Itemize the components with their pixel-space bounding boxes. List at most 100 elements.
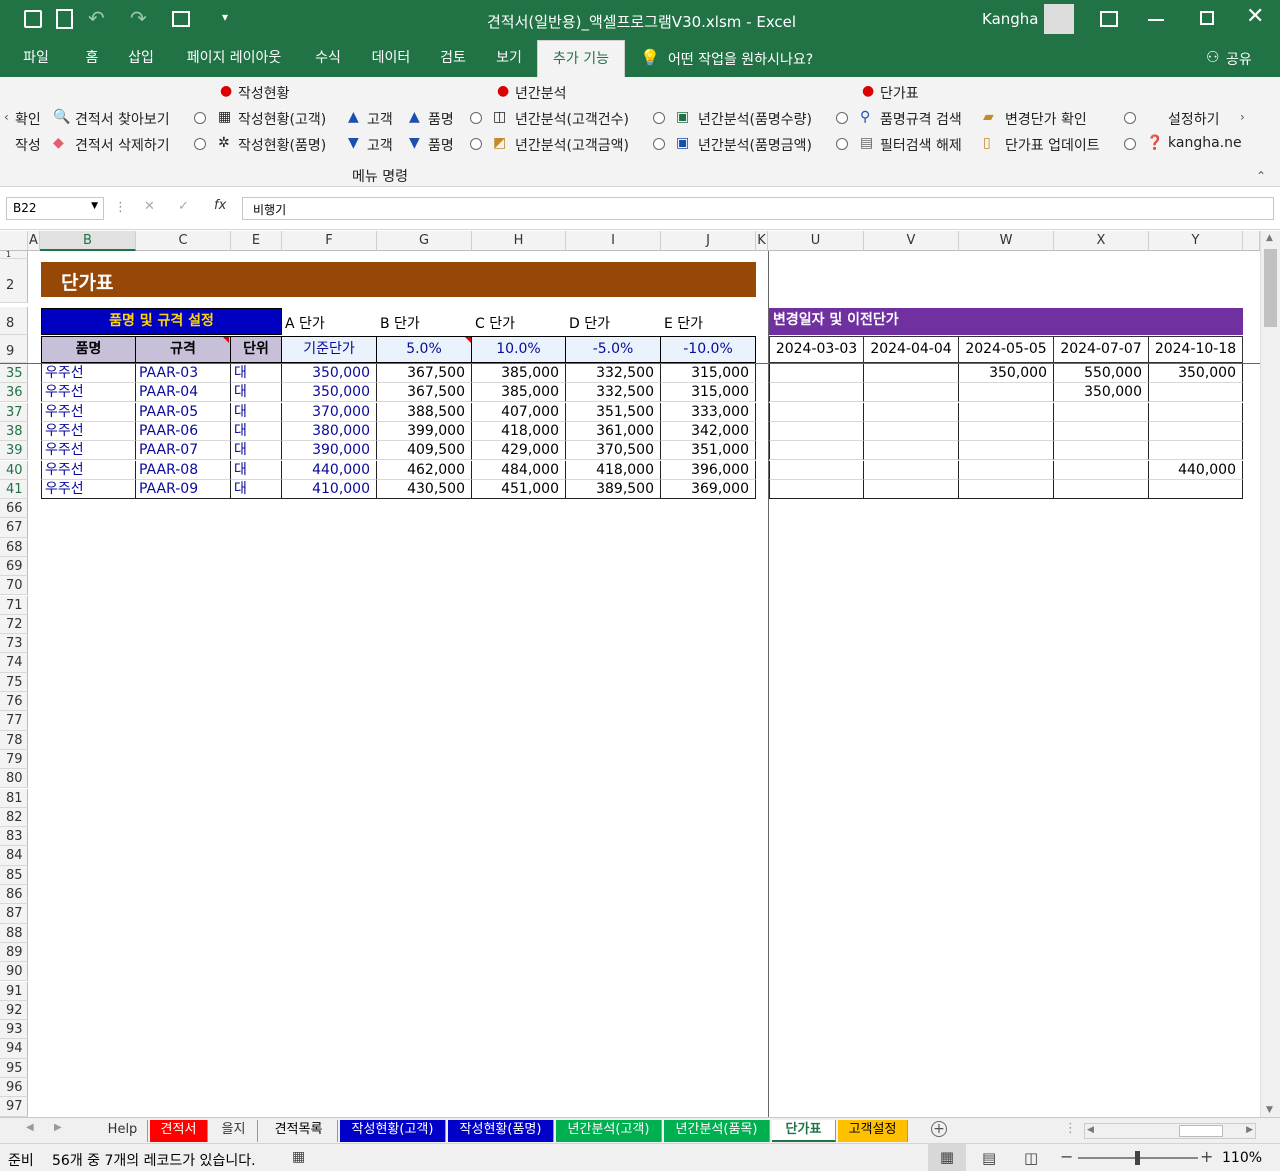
row-header[interactable]: 9 <box>0 335 28 363</box>
print-preview-icon[interactable] <box>56 9 73 29</box>
col-header-u[interactable]: U <box>768 231 864 251</box>
history-price-cell[interactable] <box>1054 402 1149 422</box>
row-header[interactable]: 91 <box>0 981 28 1001</box>
row-header[interactable]: 2 <box>0 259 28 303</box>
row-header[interactable]: 92 <box>0 1000 28 1021</box>
base-price-cell[interactable]: 370,000 <box>282 402 377 422</box>
prev-sheet-icon[interactable]: ◀ <box>26 1122 34 1133</box>
update-price-table-button[interactable]: 단가표 업데이트 <box>1005 135 1100 155</box>
tab-review[interactable]: 검토 <box>430 40 476 77</box>
history-price-cell[interactable] <box>769 364 864 383</box>
row-header[interactable]: 80 <box>0 769 28 789</box>
col-header-f[interactable]: F <box>282 231 377 251</box>
history-price-cell[interactable] <box>769 383 864 403</box>
date-cell[interactable]: 2024-07-07 <box>1054 336 1149 363</box>
col-header-c[interactable]: C <box>136 231 231 251</box>
col-header-v[interactable]: V <box>864 231 959 251</box>
radio-option[interactable] <box>1124 112 1136 124</box>
macro-record-icon[interactable]: ▦ <box>292 1149 305 1165</box>
history-price-cell[interactable] <box>864 479 959 499</box>
history-price-cell[interactable]: 350,000 <box>1149 364 1243 383</box>
col-header-y[interactable]: Y <box>1149 231 1243 251</box>
tab-page-layout[interactable]: 페이지 레이아웃 <box>174 40 294 77</box>
scroll-thumb[interactable] <box>1264 249 1277 327</box>
row-header[interactable]: 74 <box>0 653 28 673</box>
history-price-cell[interactable] <box>864 441 959 461</box>
row-header[interactable]: 89 <box>0 942 28 963</box>
spec-cell[interactable]: PAAR-04 <box>136 383 231 403</box>
spec-cell[interactable]: PAAR-07 <box>136 441 231 461</box>
col-header-x[interactable]: X <box>1054 231 1149 251</box>
unit-cell[interactable]: 대 <box>231 421 282 441</box>
row-header[interactable]: 76 <box>0 692 28 712</box>
base-price-cell[interactable]: 380,000 <box>282 421 377 441</box>
price-cell[interactable]: 351,500 <box>566 402 661 422</box>
row-header[interactable]: 40 <box>0 460 28 480</box>
item-name-cell[interactable]: 우주선 <box>41 479 136 499</box>
base-price-cell[interactable]: 390,000 <box>282 441 377 461</box>
price-cell[interactable]: 385,000 <box>472 383 566 403</box>
history-price-cell[interactable] <box>769 421 864 441</box>
price-cell[interactable]: 370,500 <box>566 441 661 461</box>
row-header[interactable]: 66 <box>0 499 28 519</box>
select-all-corner[interactable] <box>0 231 28 251</box>
col-header-e[interactable]: E <box>231 231 282 251</box>
history-price-cell[interactable] <box>1149 402 1243 422</box>
tab-addins[interactable]: 추가 기능 <box>537 40 625 77</box>
normal-view-icon[interactable]: ▦ <box>928 1144 966 1171</box>
unit-cell[interactable]: 대 <box>231 364 282 383</box>
form-icon[interactable] <box>172 11 190 27</box>
item-name-cell[interactable]: 우주선 <box>41 402 136 422</box>
row-header[interactable]: 97 <box>0 1097 28 1117</box>
price-cell[interactable]: 418,000 <box>472 421 566 441</box>
row-header[interactable]: 37 <box>0 402 28 422</box>
radio-option[interactable] <box>653 112 665 124</box>
share-button[interactable]: 공유 <box>1226 49 1252 69</box>
status-item-button[interactable]: 작성현황(품명) <box>238 135 326 155</box>
row-header[interactable]: 95 <box>0 1058 28 1078</box>
minimize-icon[interactable] <box>1148 19 1164 21</box>
price-cell[interactable]: 367,500 <box>377 364 472 383</box>
annual-item-amount-button[interactable]: 년간분석(품명금액) <box>698 135 812 155</box>
scroll-right-icon[interactable]: ▶ <box>1246 1125 1253 1135</box>
history-price-cell[interactable] <box>1054 479 1149 499</box>
price-cell[interactable]: 332,500 <box>566 383 661 403</box>
price-cell[interactable]: 462,000 <box>377 460 472 480</box>
row-header[interactable]: 72 <box>0 614 28 635</box>
price-cell[interactable]: 315,000 <box>661 383 756 403</box>
item-name-cell[interactable]: 우주선 <box>41 383 136 403</box>
history-price-cell[interactable] <box>959 460 1054 480</box>
scroll-left-icon[interactable]: ‹ <box>4 110 9 124</box>
annual-customer-amount-button[interactable]: 년간분석(고객금액) <box>515 135 629 155</box>
item-name-cell[interactable]: 우주선 <box>41 364 136 383</box>
col-header-h[interactable]: H <box>472 231 566 251</box>
row-header[interactable]: 75 <box>0 672 28 692</box>
rate-cell-e[interactable]: -10.0% <box>661 336 756 363</box>
col-header-k[interactable]: K <box>756 231 768 251</box>
row-header[interactable]: 96 <box>0 1078 28 1098</box>
col-header-j[interactable]: J <box>661 231 756 251</box>
base-price-cell[interactable]: 410,000 <box>282 479 377 499</box>
sort-asc-item-button[interactable]: 품명 <box>428 109 454 129</box>
unit-cell[interactable]: 대 <box>231 460 282 480</box>
horizontal-scrollbar[interactable]: ◀ ▶ <box>1084 1123 1256 1139</box>
tab-file[interactable]: 파일 <box>10 40 62 77</box>
sheet-tab[interactable]: Help <box>98 1120 148 1142</box>
undo-icon[interactable]: ↶ <box>88 6 105 30</box>
check-price-change-button[interactable]: 변경단가 확인 <box>1005 109 1087 129</box>
rate-cell-c[interactable]: 10.0% <box>472 336 566 363</box>
page-layout-view-icon[interactable]: ▤ <box>982 1149 996 1167</box>
vertical-scrollbar[interactable]: ▲ ▼ <box>1260 231 1280 1117</box>
sheet-tab[interactable]: 견적목록 <box>260 1120 338 1142</box>
spec-search-button[interactable]: 품명규격 검색 <box>880 109 962 129</box>
row-header[interactable]: 69 <box>0 556 28 577</box>
price-cell[interactable]: 389,500 <box>566 479 661 499</box>
tab-insert[interactable]: 삽입 <box>118 40 164 77</box>
price-cell[interactable]: 367,500 <box>377 383 472 403</box>
spec-cell[interactable]: PAAR-08 <box>136 460 231 480</box>
sort-desc-item-button[interactable]: 품명 <box>428 135 454 155</box>
row-header[interactable]: 82 <box>0 807 28 828</box>
tab-formulas[interactable]: 수식 <box>304 40 352 77</box>
price-cell[interactable]: 451,000 <box>472 479 566 499</box>
history-price-cell[interactable]: 350,000 <box>959 364 1054 383</box>
